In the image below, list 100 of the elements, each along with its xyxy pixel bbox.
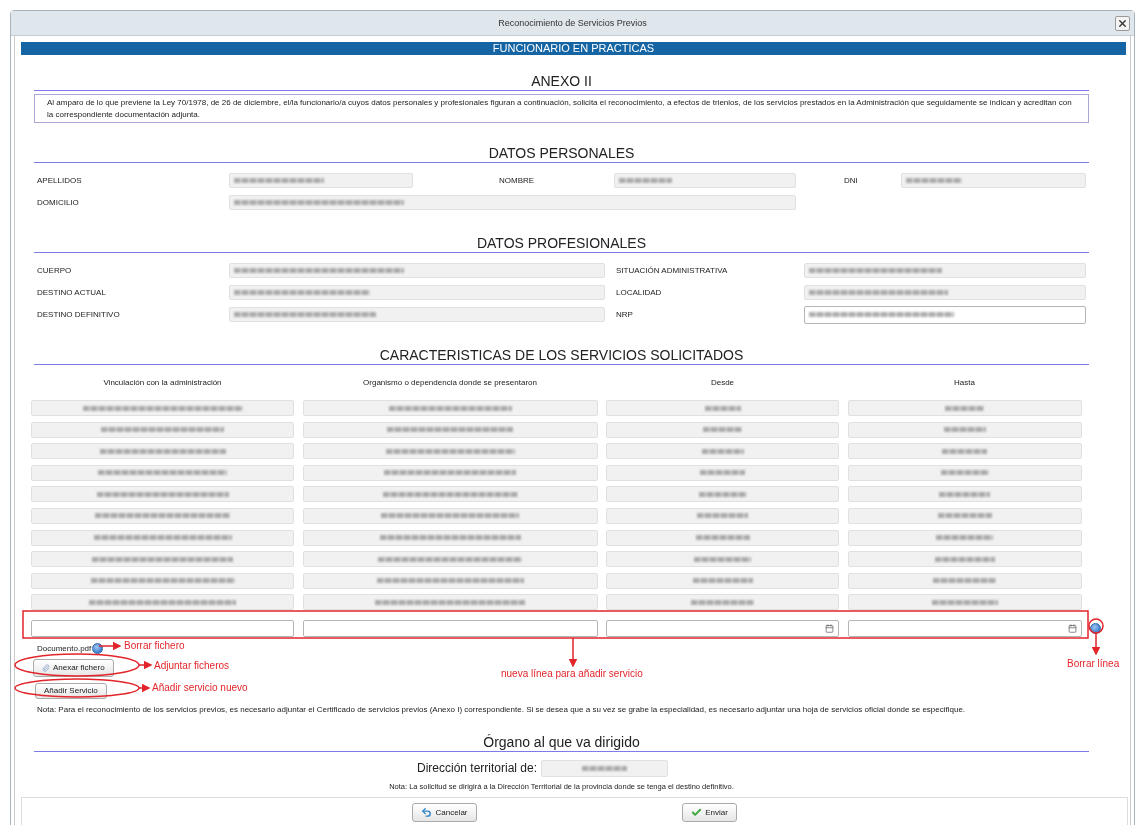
input-field[interactable] <box>847 464 1082 481</box>
input-field[interactable] <box>302 400 598 416</box>
input-field[interactable] <box>31 421 294 438</box>
input-field[interactable] <box>302 486 598 503</box>
input-field[interactable] <box>302 464 598 481</box>
highlight-circle <box>1088 618 1104 634</box>
input-field[interactable] <box>302 619 598 637</box>
input-field[interactable] <box>606 486 839 503</box>
paperclip-icon <box>42 663 50 672</box>
input-field[interactable] <box>901 173 1086 188</box>
file-name: Documento.pdf <box>37 644 92 654</box>
input-field[interactable] <box>31 619 294 637</box>
redacted-value <box>695 535 750 541</box>
section-heading: DATOS PROFESIONALES <box>34 234 1089 253</box>
input-field[interactable] <box>847 572 1082 589</box>
input-field[interactable] <box>847 551 1082 568</box>
section-heading: CARACTERISTICAS DE LOS SERVICIOS SOLICITADOS <box>34 346 1089 365</box>
redacted-value <box>934 556 995 562</box>
input-field[interactable] <box>606 507 839 524</box>
input-field[interactable] <box>847 421 1082 438</box>
input-field[interactable] <box>31 443 294 460</box>
input-field[interactable] <box>302 551 598 568</box>
input-field[interactable] <box>302 443 598 460</box>
field-label: DESTINO ACTUAL <box>36 287 107 299</box>
input-field[interactable] <box>606 619 839 637</box>
input-field[interactable] <box>302 529 598 546</box>
input-field[interactable] <box>31 594 294 611</box>
check-icon <box>691 806 703 818</box>
annotation-label: nueva línea para añadir servicio <box>501 668 643 679</box>
input-field[interactable] <box>229 195 796 210</box>
field-label: NOMBRE <box>498 175 536 187</box>
input-field[interactable] <box>229 173 413 188</box>
calendar-icon[interactable] <box>1067 623 1077 633</box>
section-heading: DATOS PERSONALES <box>34 144 1089 163</box>
delete-file-icon[interactable] <box>92 643 104 655</box>
field-label: LOCALIDAD <box>615 287 663 299</box>
arrow <box>1091 632 1101 656</box>
back-arrow-icon <box>421 806 433 818</box>
input-field[interactable] <box>847 529 1082 546</box>
annotation-label: Adjuntar ficheros <box>154 660 230 671</box>
field-label: CUERPO <box>36 265 73 277</box>
input-field[interactable] <box>541 759 668 777</box>
redacted-value <box>700 470 745 476</box>
input-field[interactable] <box>847 400 1082 416</box>
input-field[interactable] <box>614 173 796 188</box>
field-label: NRP <box>615 309 634 321</box>
redacted-value <box>940 470 989 476</box>
send-button[interactable]: Enviar <box>682 802 737 822</box>
delete-row-icon[interactable] <box>1090 622 1101 634</box>
input-field[interactable] <box>606 421 839 438</box>
arrow <box>568 637 578 668</box>
input-field[interactable] <box>302 421 598 438</box>
input-field[interactable] <box>606 551 839 568</box>
input-field[interactable] <box>606 529 839 546</box>
note-text: Nota: Para el reconocimiento de los servicios previos, es necesario adjuntar el Certificado de servicios previos (Anexo I) correspondiente. Si se desea que a su vez se grabe la especialidad, es necesario adjuntar una hoja de servicios oficial donde se especifique. <box>37 704 967 714</box>
column-header: Hasta <box>953 377 976 389</box>
input-field[interactable] <box>606 572 839 589</box>
annotation-label: Borrar línea <box>1067 658 1120 669</box>
input-field[interactable] <box>31 507 294 524</box>
redacted-value <box>692 578 753 584</box>
input-field[interactable] <box>229 263 605 278</box>
input-field[interactable] <box>31 486 294 503</box>
input-field[interactable] <box>847 443 1082 460</box>
field-label: DNI <box>843 175 859 187</box>
input-field[interactable] <box>606 443 839 460</box>
input-field[interactable] <box>302 507 598 524</box>
arrow <box>138 660 153 670</box>
banner: FUNCIONARIO EN PRACTICAS <box>21 42 1126 55</box>
input-field[interactable] <box>847 619 1082 637</box>
input-field[interactable] <box>302 572 598 589</box>
input-field[interactable] <box>31 551 294 568</box>
input-field[interactable] <box>804 305 1086 324</box>
input-field[interactable] <box>847 486 1082 503</box>
input-field[interactable] <box>847 507 1082 524</box>
input-field[interactable] <box>804 263 1086 278</box>
input-field[interactable] <box>606 594 839 611</box>
calendar-icon[interactable] <box>825 623 834 633</box>
input-field[interactable] <box>606 464 839 481</box>
redacted-value <box>945 405 984 411</box>
column-header: Desde <box>709 377 736 389</box>
close-button[interactable] <box>1115 16 1130 31</box>
redacted-value <box>703 427 742 433</box>
cancel-button[interactable]: Cancelar <box>412 802 477 822</box>
input-field[interactable] <box>229 307 605 322</box>
input-field[interactable] <box>31 464 294 481</box>
input-field[interactable] <box>804 285 1086 300</box>
input-field[interactable] <box>847 594 1082 611</box>
input-field[interactable] <box>302 594 598 611</box>
redacted-value <box>939 491 990 497</box>
input-field[interactable] <box>31 400 294 416</box>
input-field[interactable] <box>31 572 294 589</box>
redacted-value <box>701 448 744 454</box>
redacted-value <box>937 513 992 519</box>
attach-file-button[interactable]: Anexar fichero <box>33 658 114 677</box>
window-title: Reconocimiento de Servicios Previos <box>498 18 647 28</box>
redacted-value <box>933 578 996 584</box>
input-field[interactable] <box>31 529 294 546</box>
field-label: DOMICILIO <box>36 197 80 209</box>
input-field[interactable] <box>606 400 839 416</box>
input-field[interactable] <box>229 285 605 300</box>
